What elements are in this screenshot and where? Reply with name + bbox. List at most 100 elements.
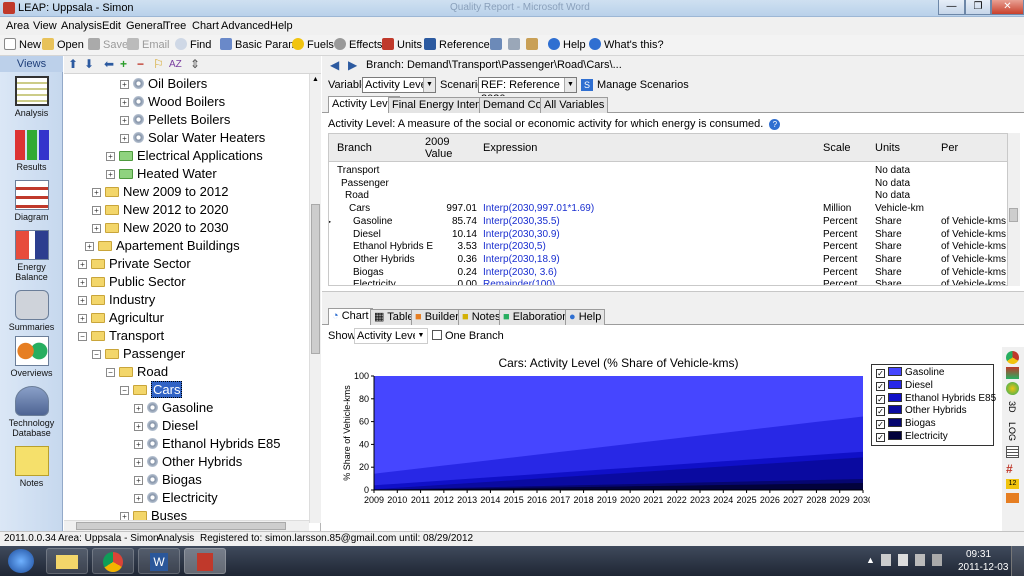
tray-expand-icon[interactable]: ▲ (866, 555, 875, 565)
cell-scale[interactable]: Percent (823, 253, 857, 266)
tree-expander-icon[interactable]: + (134, 476, 143, 485)
move-up-icon[interactable]: ⬆ (68, 58, 78, 71)
cell-per[interactable]: of Vehicle-kms (941, 253, 1006, 266)
tree-expander-icon[interactable]: + (120, 512, 129, 520)
cell-scale[interactable]: Percent (823, 228, 857, 241)
tree-node[interactable]: + Industry (78, 291, 155, 309)
taskbar-chrome[interactable] (92, 548, 134, 574)
grid-icon[interactable]: # (1006, 463, 1019, 475)
tree-node[interactable]: + Heated Water (106, 165, 217, 183)
tree-expander-icon[interactable]: − (120, 386, 129, 395)
outdent-icon[interactable]: ⬅ (104, 58, 114, 71)
view-diagram[interactable]: Diagram (0, 180, 63, 222)
col-value[interactable]: Value (425, 148, 452, 160)
clock-time[interactable]: 09:31 (966, 549, 991, 560)
cell-per[interactable]: of Vehicle-kms (941, 228, 1006, 241)
tree-expander-icon[interactable]: + (134, 422, 143, 431)
col-value-year[interactable]: 2009 (425, 136, 449, 148)
menu-area[interactable]: Area (6, 20, 29, 32)
tree-horizontal-scrollbar[interactable] (64, 520, 309, 531)
tab-elaboration[interactable]: ■ Elaboration (499, 309, 573, 325)
menu-help[interactable]: Help (270, 20, 293, 32)
forward-arrow-icon[interactable]: ▶ (348, 58, 357, 72)
cell-value[interactable]: 997.01 (446, 202, 477, 215)
tree-node[interactable]: + Oil Boilers (120, 75, 207, 93)
back-arrow-icon[interactable]: ◀ (330, 58, 339, 72)
cell-branch[interactable]: Transport (337, 164, 379, 177)
tab-all-variables[interactable]: All Variables (540, 97, 609, 113)
cell-value[interactable]: 85.74 (452, 215, 477, 228)
tree-node[interactable]: + Pellets Boilers (120, 111, 230, 129)
restore-button[interactable]: ❐ (965, 0, 991, 15)
cell-scale[interactable]: Percent (823, 240, 857, 253)
col-expression[interactable]: Expression (483, 142, 537, 154)
export-chart-icon[interactable] (1006, 493, 1019, 503)
col-units[interactable]: Units (875, 142, 900, 154)
tree-expander-icon[interactable]: + (134, 494, 143, 503)
legend-item[interactable]: ✓ Gasoline (876, 367, 944, 379)
add-branch-icon[interactable]: + (120, 58, 127, 71)
cell-branch[interactable]: Other Hybrids (353, 253, 415, 266)
chart-style-icon[interactable] (1006, 382, 1019, 395)
cell-per[interactable]: of Vehicle-kms (941, 240, 1006, 253)
branch-path[interactable]: Branch: Demand\Transport\Passenger\Road\… (366, 59, 622, 71)
panel-splitter[interactable] (322, 291, 1024, 307)
legend-checkbox[interactable]: ✓ (876, 433, 885, 442)
close-button[interactable]: ✕ (991, 0, 1024, 15)
legend-item[interactable]: ✓ Electricity (876, 431, 948, 443)
tree-expander-icon[interactable]: + (78, 314, 87, 323)
tree-node[interactable]: + Agricultur (78, 309, 164, 327)
cell-branch[interactable]: Gasoline (353, 215, 392, 228)
cell-branch[interactable]: Electricity (353, 278, 396, 285)
cell-branch[interactable]: Passenger (341, 177, 389, 190)
cell-branch[interactable]: Road (345, 189, 369, 202)
cell-units[interactable]: Vehicle-km (875, 202, 924, 215)
legend-checkbox[interactable]: ✓ (876, 381, 885, 391)
cell-branch[interactable]: Ethanol Hybrids E (353, 240, 433, 253)
save-button[interactable]: Save (88, 38, 128, 53)
pie-chart-icon[interactable] (1006, 351, 1019, 364)
cell-units[interactable]: No data (875, 177, 910, 190)
sort-icon[interactable]: AZ (169, 58, 182, 71)
cell-units[interactable]: No data (875, 189, 910, 202)
col-scale[interactable]: Scale (823, 142, 851, 154)
tree-expander-icon[interactable]: + (134, 404, 143, 413)
tree-node[interactable]: + Electricity (134, 489, 218, 507)
cell-per[interactable]: of Vehicle-kms (941, 278, 1006, 285)
tree-expander-icon[interactable]: + (92, 188, 101, 197)
table-row[interactable]: Gasoline 85.74 Interp(2030,35.5) Percent Sha… (329, 215, 1007, 228)
minimize-button[interactable]: — (938, 0, 965, 15)
tree-expander-icon[interactable]: + (78, 260, 87, 269)
legend-checkbox[interactable]: ✓ (876, 394, 885, 404)
menu-analysis[interactable]: Analysis (61, 20, 102, 32)
taskbar-leap[interactable] (184, 548, 226, 574)
tree-node[interactable]: − Transport (78, 327, 164, 345)
cell-scale[interactable]: Percent (823, 215, 857, 228)
cell-expression[interactable]: Interp(2030,18.9) (483, 253, 560, 266)
tab-builder[interactable]: ■ Builder (411, 309, 463, 325)
tree-expander-icon[interactable]: + (92, 206, 101, 215)
move-down-icon[interactable]: ⬇ (84, 58, 94, 71)
menu-advanced[interactable]: Advanced (221, 20, 270, 32)
delete-branch-icon[interactable]: − (137, 58, 144, 71)
view-summaries[interactable]: Summaries (0, 290, 63, 332)
cell-value[interactable]: 3.53 (458, 240, 477, 253)
one-branch-checkbox[interactable] (432, 330, 442, 340)
table-row[interactable]: Electricity 0.00 Remainder(100) Percent Shar… (329, 278, 1007, 285)
tree-node[interactable]: − Road (106, 363, 168, 381)
cell-per[interactable]: of Vehicle-kms (941, 266, 1006, 279)
tree-node[interactable]: + Wood Boilers (120, 93, 225, 111)
3d-toggle[interactable]: 3D (1007, 401, 1017, 413)
tree-node[interactable]: − Cars (120, 381, 183, 399)
tree-node[interactable]: + Electrical Applications (106, 147, 263, 165)
tree-expander-icon[interactable]: − (106, 368, 115, 377)
tray-network-icon[interactable] (881, 554, 891, 566)
table-row[interactable]: Road No data (329, 189, 1007, 202)
legend-checkbox[interactable]: ✓ (876, 407, 885, 417)
manage-scenarios-icon[interactable]: S (581, 79, 593, 91)
basic-params-button[interactable]: Basic Params (220, 38, 303, 53)
table-row[interactable]: Transport No data (329, 164, 1007, 177)
view-notes[interactable]: Notes (0, 446, 63, 488)
tree-node[interactable]: + New 2020 to 2030 (92, 219, 229, 237)
tree-node[interactable]: + Ethanol Hybrids E85 (134, 435, 281, 453)
